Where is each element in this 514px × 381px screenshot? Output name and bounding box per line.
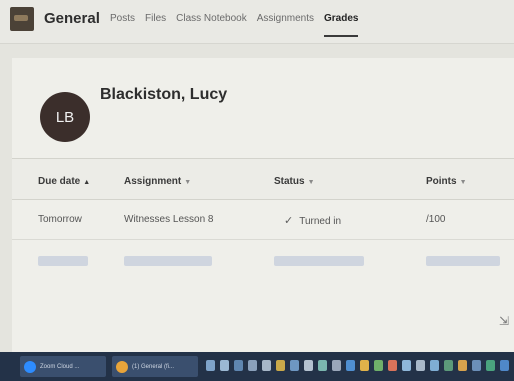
column-due-date[interactable]: Due date ▲ — [38, 176, 90, 187]
assignment-cell[interactable]: Witnesses Lesson 8 — [124, 214, 214, 225]
system-tray — [206, 360, 514, 371]
tray-icon[interactable] — [346, 360, 355, 371]
column-status[interactable]: Status ▼ — [274, 176, 315, 187]
tab-bar: Posts Files Class Notebook Assignments G… — [110, 13, 359, 37]
tab-grades[interactable]: Grades — [323, 13, 359, 37]
checkmark-icon: ✓ — [284, 215, 294, 227]
loading-placeholder — [274, 256, 364, 266]
sort-ascending-icon: ▲ — [83, 179, 91, 186]
mouse-cursor-icon: ⇲ — [499, 314, 510, 328]
tray-icon[interactable] — [472, 360, 481, 371]
tray-icon[interactable] — [332, 360, 341, 371]
tab-assignments[interactable]: Assignments — [257, 13, 314, 24]
tray-icon[interactable] — [290, 360, 299, 371]
taskbar-item-zoom[interactable]: Zoom Cloud ... — [20, 356, 106, 377]
taskbar-item-browser[interactable]: (1) General (fi... — [112, 356, 198, 377]
channel-header: General Posts Files Class Notebook Assig… — [0, 0, 514, 44]
tray-icon[interactable] — [374, 360, 383, 371]
tray-icon[interactable] — [402, 360, 411, 371]
chevron-down-icon: ▼ — [184, 179, 192, 186]
tray-icon[interactable] — [262, 360, 271, 371]
tab-posts[interactable]: Posts — [110, 13, 135, 24]
tray-icon[interactable] — [500, 360, 509, 371]
tray-icon[interactable] — [360, 360, 369, 371]
taskbar: Zoom Cloud ... (1) General (fi... — [0, 352, 514, 381]
chevron-down-icon: ▼ — [459, 179, 467, 186]
zoom-icon — [24, 360, 36, 373]
column-assignment[interactable]: Assignment ▼ — [124, 176, 191, 187]
channel-name: General — [44, 10, 100, 27]
tray-icon[interactable] — [444, 360, 453, 371]
column-points[interactable]: Points ▼ — [426, 176, 467, 187]
points-cell[interactable]: /100 — [426, 214, 445, 225]
student-avatar: LB — [40, 92, 90, 142]
status-cell: ✓ Turned in — [284, 215, 342, 227]
table-row[interactable]: Tomorrow Witnesses Lesson 8 ✓ Turned in /… — [12, 200, 514, 240]
loading-placeholder — [38, 256, 88, 266]
tray-icon[interactable] — [248, 360, 257, 371]
tray-icon[interactable] — [388, 360, 397, 371]
student-header: LB Blackiston, Lucy — [40, 86, 227, 142]
chevron-down-icon: ▼ — [307, 179, 315, 186]
due-date-cell: Tomorrow — [38, 214, 82, 225]
teams-window: General Posts Files Class Notebook Assig… — [0, 0, 514, 381]
tray-icon[interactable] — [206, 360, 215, 371]
tab-class-notebook[interactable]: Class Notebook — [176, 13, 247, 24]
tray-icon[interactable] — [220, 360, 229, 371]
team-avatar-icon[interactable] — [10, 7, 34, 31]
tray-icon[interactable] — [276, 360, 285, 371]
grades-table-header: Due date ▲ Assignment ▼ Status ▼ Points ▼ — [12, 158, 514, 200]
chrome-icon — [116, 360, 128, 373]
tray-icon[interactable] — [430, 360, 439, 371]
tray-icon[interactable] — [318, 360, 327, 371]
tray-icon[interactable] — [458, 360, 467, 371]
tray-icon[interactable] — [486, 360, 495, 371]
tray-icon[interactable] — [416, 360, 425, 371]
tab-files[interactable]: Files — [145, 13, 166, 24]
tray-icon[interactable] — [304, 360, 313, 371]
loading-placeholder — [426, 256, 500, 266]
tray-icon[interactable] — [234, 360, 243, 371]
student-name: Blackiston, Lucy — [100, 86, 228, 103]
loading-placeholder — [124, 256, 212, 266]
